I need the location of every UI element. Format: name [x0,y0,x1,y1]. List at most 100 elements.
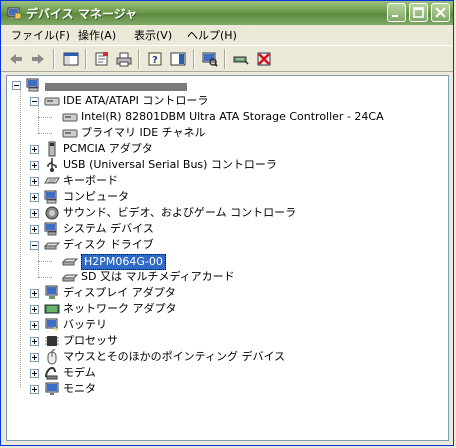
mouse-icon [47,349,57,365]
view-button[interactable] [168,50,188,68]
tree-line [38,133,52,134]
expand-processor-toggle[interactable] [30,337,39,346]
expand-battery-toggle[interactable] [30,321,39,330]
collapse-ide-toggle[interactable] [30,97,39,106]
collapse-root-toggle[interactable] [12,81,21,90]
back-button[interactable] [6,50,26,68]
device-manager-window: デバイス マネージャ ファイル(F) 操作(A) 表示(V) ヘルプ(H) ? … [0,0,454,446]
expand-computer-toggle[interactable] [30,193,39,202]
expand-modem-toggle[interactable] [30,369,39,378]
tree-item-label: サウンド、ビデオ、およびゲーム コントローラ [63,206,297,219]
tree-item-label: マウスとそのほかのポインティング デバイス [63,350,286,363]
disk-drive-icon [44,242,60,250]
collapse-disk-toggle[interactable] [30,241,39,250]
svg-text:?: ? [152,55,158,66]
tree-item-label: プロセッサ [63,334,118,347]
window-title: デバイス マネージャ [26,7,137,21]
tree-item-label-selected: H2PM064G-00 [81,254,166,270]
tree-item-label: コンピュータ [63,190,129,203]
monitor-icon [45,382,59,395]
ide-controller-icon [62,129,78,138]
title-bar[interactable]: デバイス マネージャ [1,1,453,25]
disk-drive-icon [62,258,78,266]
scan-hardware-button[interactable] [200,50,220,68]
maximize-icon [413,7,424,18]
expand-network-toggle[interactable] [30,305,39,314]
tree-line [38,261,52,262]
expand-monitor-toggle[interactable] [30,385,39,394]
tree-item-label: Intel(R) 82801DBM Ultra ATA Storage Cont… [81,110,384,123]
computer-name-redacted [45,83,187,91]
toolbar-separator [193,49,195,69]
tree-item-label: IDE ATA/ATAPI コントローラ [63,94,209,107]
battery-icon [45,318,58,331]
tree-item-label: ネットワーク アダプタ [63,302,177,315]
forward-button[interactable] [28,50,48,68]
help-icon: ? [148,52,162,66]
toolbar-separator [53,49,55,69]
back-arrow-icon [10,54,22,64]
tree-item-label: PCMCIA アダプタ [63,142,153,155]
disable-device-button[interactable] [231,50,251,68]
properties-button[interactable] [92,50,112,68]
maximize-button[interactable] [409,3,428,22]
menu-view[interactable]: 表示(V) [134,27,172,43]
menu-bar: ファイル(F) 操作(A) 表示(V) ヘルプ(H) [1,25,453,44]
speaker-icon [45,206,59,220]
tree-item-label: ディスプレイ アダプタ [63,286,176,299]
device-manager-icon [7,7,22,20]
uninstall-device-button[interactable] [254,50,274,68]
expand-display-toggle[interactable] [30,289,39,298]
expand-system-toggle[interactable] [30,225,39,234]
close-icon [435,7,446,18]
menu-file[interactable]: ファイル(F) [11,27,70,43]
expand-pcmcia-toggle[interactable] [30,145,39,154]
display-adapter-icon [45,285,58,299]
expand-mouse-toggle[interactable] [30,353,39,362]
minimize-icon [392,15,398,17]
forward-arrow-icon [32,54,44,64]
device-tree[interactable]: IDE ATA/ATAPI コントローラ Intel(R) 82801DBM U… [6,75,449,441]
properties-icon [95,52,108,66]
expand-keyboard-toggle[interactable] [30,177,39,186]
computer-icon [44,190,57,204]
tree-item-label: システム デバイス [63,222,154,235]
print-icon [116,52,132,67]
tree-line [38,277,52,278]
toolbar: ? [1,45,453,72]
help-button[interactable]: ? [145,50,165,68]
ide-controller-icon [62,113,78,122]
tree-item-label: モニタ [63,382,96,395]
tree-line [38,106,39,133]
show-hide-console-tree-button[interactable] [61,50,81,68]
computer-icon [26,78,39,92]
network-adapter-icon [44,304,60,314]
toolbar-separator [224,49,226,69]
tree-item-label: USB (Universal Serial Bus) コントローラ [63,158,277,171]
tree-item-label: バッテリ [63,318,107,331]
tree-item-label: キーボード [63,174,118,187]
minimize-button[interactable] [387,3,406,22]
tree-item-label: ディスク ドライブ [63,238,154,251]
disable-device-icon [233,56,249,65]
tree-item-label: SD 又は マルチメディアカード [81,270,235,283]
disk-drive-icon [62,274,78,282]
close-button[interactable] [431,3,450,22]
keyboard-icon [44,177,60,184]
print-button[interactable] [114,50,134,68]
tree-item-label: モデム [63,366,96,379]
menu-action[interactable]: 操作(A) [78,27,116,43]
pcmcia-icon [48,141,56,157]
menu-help[interactable]: ヘルプ(H) [187,27,237,43]
expand-usb-toggle[interactable] [30,161,39,170]
toolbar-separator [138,49,140,69]
console-tree-icon [63,52,79,66]
system-device-icon [44,222,57,236]
processor-icon [45,336,59,346]
toolbar-separator [85,49,87,69]
ide-controller-icon [44,97,60,106]
expand-sound-toggle[interactable] [30,209,39,218]
usb-icon [47,158,57,172]
tree-item-label: プライマリ IDE チャネル [81,126,206,139]
tree-line [38,117,52,118]
